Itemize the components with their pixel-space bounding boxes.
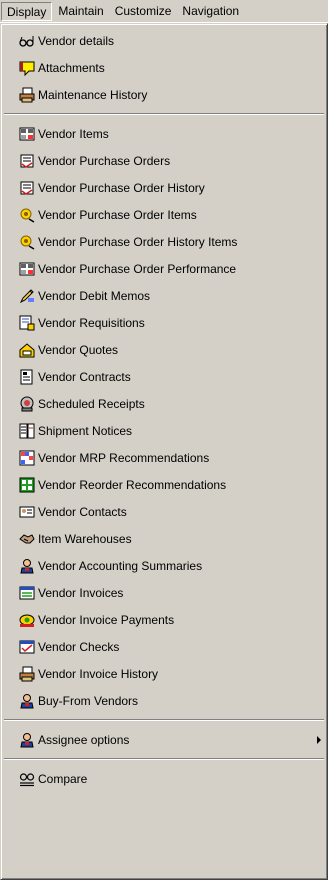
menu-separator xyxy=(4,714,324,726)
menu-item-vendor-purchase-orders[interactable]: Vendor Purchase Orders xyxy=(4,147,324,174)
menu-display[interactable]: Display xyxy=(1,1,53,21)
menu-item-label: Assignee options xyxy=(38,732,130,747)
menu-item-vendor-items[interactable]: Vendor Items xyxy=(4,120,324,147)
person-icon xyxy=(20,732,34,747)
menu-item-label: Vendor Invoices xyxy=(38,585,124,600)
menu-item-label: Attachments xyxy=(38,60,105,75)
menu-separator xyxy=(4,108,324,120)
menu-item-attachments[interactable]: Attachments xyxy=(4,54,324,81)
purchase-order-history-items-icon xyxy=(20,235,35,250)
menu-item-vendor-contracts[interactable]: Vendor Contracts xyxy=(4,363,324,390)
menu-item-vendor-invoice-payments[interactable]: Vendor Invoice Payments xyxy=(4,606,324,633)
glasses-icon xyxy=(19,35,34,47)
menu-item-compare[interactable]: Compare xyxy=(4,765,324,792)
menu-item-label: Vendor Reorder Recommendations xyxy=(38,477,227,492)
menu-item-label: Vendor details xyxy=(38,33,115,48)
menu-item-vendor-purchase-order-history-items[interactable]: Vendor Purchase Order History Items xyxy=(4,228,324,255)
menu-item-vendor-debit-memos[interactable]: Vendor Debit Memos xyxy=(4,282,324,309)
scheduled-receipts-icon xyxy=(20,396,34,411)
menu-item-maintenance-history[interactable]: Maintenance History xyxy=(4,81,324,108)
menu-item-label: Maintenance History xyxy=(38,87,148,102)
menu-item-label: Vendor Quotes xyxy=(38,342,119,357)
menu-item-label: Shipment Notices xyxy=(38,423,133,438)
menu-item-label: Scheduled Receipts xyxy=(38,396,145,411)
menu-item-vendor-purchase-order-history[interactable]: Vendor Purchase Order History xyxy=(4,174,324,201)
submenu-arrow-icon xyxy=(317,735,321,744)
compare-icon xyxy=(19,772,35,786)
menu-item-label: Item Warehouses xyxy=(38,531,132,546)
invoice-payment-icon xyxy=(19,614,35,627)
menu-item-label: Vendor MRP Recommendations xyxy=(38,450,210,465)
attachment-note-icon xyxy=(19,61,35,76)
mrp-grid-icon xyxy=(19,450,35,465)
purchase-order-items-icon xyxy=(20,208,35,223)
menu-item-label: Vendor Requisitions xyxy=(38,315,145,330)
menu-item-label: Vendor Purchase Order History Items xyxy=(38,234,238,249)
menu-item-vendor-reorder-recommendations[interactable]: Vendor Reorder Recommendations xyxy=(4,471,324,498)
person-icon xyxy=(20,558,34,573)
menu-item-scheduled-receipts[interactable]: Scheduled Receipts xyxy=(4,390,324,417)
purchase-order-history-icon xyxy=(20,181,34,195)
menu-item-vendor-invoice-history[interactable]: Vendor Invoice History xyxy=(4,660,324,687)
pencil-memo-icon xyxy=(19,288,34,303)
menu-item-vendor-invoices[interactable]: Vendor Invoices xyxy=(4,579,324,606)
menu-item-vendor-purchase-order-items[interactable]: Vendor Purchase Order Items xyxy=(4,201,324,228)
history-printer-icon xyxy=(19,87,35,102)
menu-item-vendor-quotes[interactable]: Vendor Quotes xyxy=(4,336,324,363)
menu-item-label: Vendor Purchase Orders xyxy=(38,153,171,168)
menu-item-item-warehouses[interactable]: Item Warehouses xyxy=(4,525,324,552)
menu-separator xyxy=(4,753,324,765)
menu-item-vendor-accounting-summaries[interactable]: Vendor Accounting Summaries xyxy=(4,552,324,579)
menu-item-label: Buy-From Vendors xyxy=(38,693,139,708)
menu-item-label: Vendor Purchase Order Items xyxy=(38,207,197,222)
shipment-notices-icon xyxy=(19,423,35,438)
menu-item-label: Vendor Invoice History xyxy=(38,666,159,681)
menu-item-shipment-notices[interactable]: Shipment Notices xyxy=(4,417,324,444)
menu-item-vendor-requisitions[interactable]: Vendor Requisitions xyxy=(4,309,324,336)
menu-item-label: Vendor Accounting Summaries xyxy=(38,558,203,573)
display-dropdown-menu: Vendor details Attachments Maintenance H… xyxy=(0,23,328,880)
menu-bar: Display Maintain Customize Navigation xyxy=(0,0,328,23)
menu-item-assignee-options[interactable]: Assignee options xyxy=(4,726,324,753)
menu-customize[interactable]: Customize xyxy=(110,2,177,21)
menu-item-label: Vendor Contacts xyxy=(38,504,127,519)
menu-item-label: Vendor Contracts xyxy=(38,369,131,384)
items-catalog-icon xyxy=(19,127,35,140)
menu-item-label: Compare xyxy=(38,771,88,786)
menu-item-vendor-details[interactable]: Vendor details xyxy=(4,27,324,54)
performance-catalog-icon xyxy=(19,262,35,275)
menu-item-label: Vendor Debit Memos xyxy=(38,288,151,303)
menu-maintain[interactable]: Maintain xyxy=(53,2,108,21)
menu-item-buy-from-vendors[interactable]: Buy-From Vendors xyxy=(4,687,324,714)
menu-item-label: Vendor Checks xyxy=(38,639,120,654)
check-window-icon xyxy=(19,640,35,653)
purchase-orders-icon xyxy=(20,154,34,168)
reorder-grid-icon xyxy=(19,477,35,492)
contract-document-icon xyxy=(20,369,33,384)
contact-card-icon xyxy=(19,506,35,517)
invoice-history-printer-icon xyxy=(19,666,35,681)
menu-item-vendor-purchase-order-performance[interactable]: Vendor Purchase Order Performance xyxy=(4,255,324,282)
menu-item-vendor-mrp-recommendations[interactable]: Vendor MRP Recommendations xyxy=(4,444,324,471)
menu-item-label: Vendor Items xyxy=(38,126,109,141)
invoice-icon xyxy=(19,586,35,599)
quotes-icon xyxy=(19,342,35,357)
menu-item-label: Vendor Purchase Order History xyxy=(38,180,205,195)
menu-item-vendor-checks[interactable]: Vendor Checks xyxy=(4,633,324,660)
menu-item-label: Vendor Invoice Payments xyxy=(38,612,175,627)
handshake-icon xyxy=(19,533,35,543)
menu-item-label: Vendor Purchase Order Performance xyxy=(38,261,237,276)
person-icon xyxy=(20,693,34,708)
menu-item-vendor-contacts[interactable]: Vendor Contacts xyxy=(4,498,324,525)
menu-navigation[interactable]: Navigation xyxy=(177,2,244,21)
requisitions-icon xyxy=(19,315,35,330)
